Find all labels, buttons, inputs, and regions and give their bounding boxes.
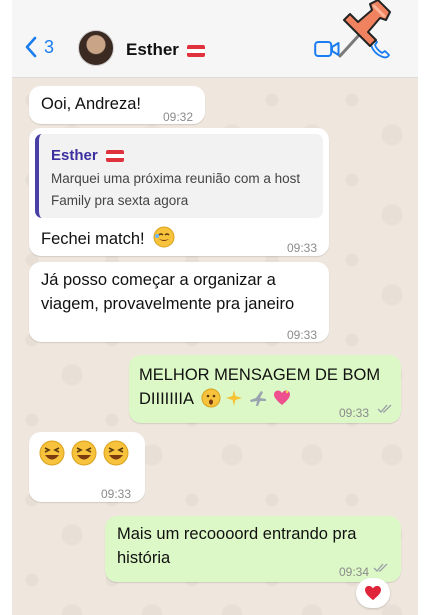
quoted-author: Esther (51, 144, 124, 168)
reaction-badge[interactable] (356, 578, 390, 608)
pushpin-icon (338, 0, 391, 58)
outgoing-message[interactable]: Mais um recoooord entrando pra história … (105, 516, 401, 582)
message-time: 09:33 (101, 487, 132, 501)
message-time: 09:33 (287, 328, 318, 342)
hot-face-emoji-icon (153, 226, 175, 248)
incoming-message[interactable]: 09:33 (29, 432, 145, 502)
read-checkmarks-icon (377, 404, 392, 413)
grinning-squinting-face-emoji-icon (71, 440, 97, 466)
chat-screen: 3 Esther Ooi, Andreza! 09:32 Esther Marq… (12, 0, 418, 615)
avatar[interactable] (78, 30, 114, 66)
quoted-author-label: Esther (51, 147, 98, 164)
outgoing-message[interactable]: MELHOR MENSAGEM DE BOM DIIIIIIIA 09:33 (129, 355, 401, 423)
emoji-row (39, 440, 129, 466)
incoming-message[interactable]: Ooi, Andreza! 09:32 (29, 86, 205, 124)
chevron-left-icon (25, 36, 37, 58)
unread-count: 3 (44, 36, 55, 57)
quoted-message[interactable]: Esther Marquei uma próxima reunião com a… (35, 134, 323, 218)
sparkling-heart-emoji-icon (274, 390, 291, 405)
austria-flag-icon (105, 150, 124, 163)
incoming-message[interactable]: Já posso começar a organizar a viagem, p… (29, 262, 329, 342)
message-text-label: Fechei match! (41, 230, 145, 248)
read-checkmarks-icon (373, 563, 388, 572)
message-text: Ooi, Andreza! (41, 95, 141, 113)
airplane-emoji-icon (249, 391, 266, 406)
message-time: 09:33 (339, 406, 370, 420)
message-text: Já posso começar a organizar a viagem, p… (41, 271, 295, 313)
austria-flag-icon (186, 44, 205, 57)
sparkles-emoji-icon (226, 390, 243, 406)
grinning-squinting-face-emoji-icon (103, 440, 129, 466)
message-text: Fechei match! (41, 226, 175, 251)
contact-name-label: Esther (126, 40, 179, 59)
heart-icon (365, 585, 381, 601)
message-time: 09:32 (163, 110, 194, 124)
incoming-message[interactable]: Esther Marquei uma próxima reunião com a… (29, 128, 329, 256)
contact-name[interactable]: Esther (126, 40, 205, 60)
quoted-text: Marquei uma próxima reunião com a host F… (51, 171, 301, 208)
grinning-squinting-face-emoji-icon (39, 440, 65, 466)
message-time: 09:33 (287, 241, 318, 255)
back-button[interactable]: 3 (24, 36, 54, 58)
astonished-face-emoji-icon (201, 388, 221, 408)
